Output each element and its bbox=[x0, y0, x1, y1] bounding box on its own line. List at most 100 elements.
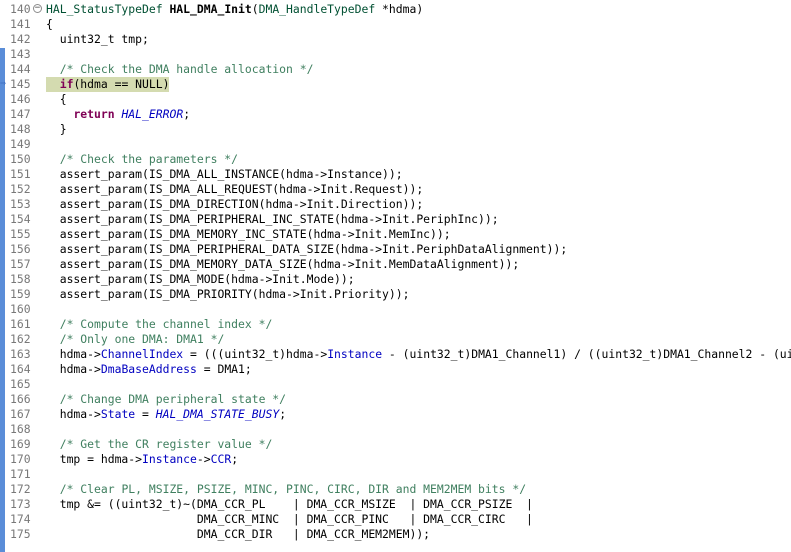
code-text: hdma->DmaBaseAddress = DMA1; bbox=[46, 362, 252, 377]
code-line[interactable]: 165 bbox=[0, 377, 791, 392]
code-line[interactable]: 173 tmp &= ((uint32_t)~(DMA_CCR_PL | DMA… bbox=[0, 497, 791, 512]
comment-token: /* Clear PL, MSIZE, PSIZE, MINC, PINC, C… bbox=[59, 482, 527, 496]
code-line[interactable]: 160 bbox=[0, 302, 791, 317]
line-number: 148 bbox=[10, 122, 31, 136]
keyword-token: if bbox=[59, 77, 74, 91]
line-number: 146 bbox=[10, 92, 31, 106]
code-line[interactable]: 148 } bbox=[0, 122, 791, 137]
code-text: tmp = hdma->Instance->CCR; bbox=[46, 452, 238, 467]
line-number: 163 bbox=[10, 347, 31, 361]
field-token: Instance bbox=[327, 347, 383, 361]
code-text: assert_param(IS_DMA_MEMORY_INC_STATE(hdm… bbox=[46, 227, 451, 242]
code-line[interactable]: 171 bbox=[0, 467, 791, 482]
code-line[interactable]: 149 bbox=[0, 137, 791, 152]
code-line[interactable]: 158 assert_param(IS_DMA_MODE(hdma->Init.… bbox=[0, 272, 791, 287]
code-token: ; bbox=[231, 452, 239, 466]
code-line[interactable]: 163 hdma->ChannelIndex = (((uint32_t)hdm… bbox=[0, 347, 791, 362]
code-text: assert_param(IS_DMA_ALL_INSTANCE(hdma->I… bbox=[46, 167, 403, 182]
code-token: { bbox=[46, 92, 67, 106]
code-line[interactable]: 172 /* Clear PL, MSIZE, PSIZE, MINC, PIN… bbox=[0, 482, 791, 497]
code-text: assert_param(IS_DMA_MODE(hdma->Init.Mode… bbox=[46, 272, 355, 287]
comment-token: /* Only one DMA: DMA1 */ bbox=[59, 332, 225, 346]
code-token: - (uint32_t)DMA1_Channel1) / ((uint32_t)… bbox=[388, 347, 791, 361]
code-line[interactable]: 155 assert_param(IS_DMA_MEMORY_INC_STATE… bbox=[0, 227, 791, 242]
line-number: 159 bbox=[10, 287, 31, 301]
code-line[interactable]: 175 DMA_CCR_DIR | DMA_CCR_MEM2MEM)); bbox=[0, 527, 791, 542]
constant-token: HAL_DMA_STATE_BUSY bbox=[155, 407, 280, 421]
code-text: return HAL_ERROR; bbox=[46, 107, 190, 122]
code-text: assert_param(IS_DMA_PERIPHERAL_DATA_SIZE… bbox=[46, 242, 568, 257]
field-token: ChannelIndex bbox=[100, 347, 184, 361]
code-text: assert_param(IS_DMA_MEMORY_DATA_SIZE(hdm… bbox=[46, 257, 519, 272]
line-number: 157 bbox=[10, 257, 31, 271]
code-line[interactable]: 144 /* Check the DMA handle allocation *… bbox=[0, 62, 791, 77]
code-token: DMA_CCR_DIR | DMA_CCR_MEM2MEM)); bbox=[46, 527, 431, 541]
code-token: hdma-> bbox=[46, 407, 101, 421]
code-line[interactable]: 157 assert_param(IS_DMA_MEMORY_DATA_SIZE… bbox=[0, 257, 791, 272]
code-text: /* Only one DMA: DMA1 */ bbox=[46, 332, 225, 347]
code-text: HAL_StatusTypeDef HAL_DMA_Init(DMA_Handl… bbox=[46, 2, 423, 17]
comment-token: /* Get the CR register value */ bbox=[59, 437, 273, 451]
code-text: DMA_CCR_DIR | DMA_CCR_MEM2MEM)); bbox=[46, 527, 430, 542]
line-number: 174 bbox=[10, 512, 31, 526]
code-editor[interactable]: 140− HAL_StatusTypeDef HAL_DMA_Init(DMA_H… bbox=[0, 0, 791, 552]
code-line[interactable]: 152 assert_param(IS_DMA_ALL_REQUEST(hdma… bbox=[0, 182, 791, 197]
code-token: uint32_t tmp; bbox=[46, 32, 149, 46]
code-line[interactable]: 154 assert_param(IS_DMA_PERIPHERAL_INC_S… bbox=[0, 212, 791, 227]
code-line[interactable]: 140− HAL_StatusTypeDef HAL_DMA_Init(DMA_H… bbox=[0, 2, 791, 17]
code-line[interactable]: ⇒ 145 if(hdma == NULL) bbox=[0, 77, 791, 92]
code-line[interactable]: 162 /* Only one DMA: DMA1 */ bbox=[0, 332, 791, 347]
code-line[interactable]: 164 hdma->DmaBaseAddress = DMA1; bbox=[0, 362, 791, 377]
code-text: assert_param(IS_DMA_DIRECTION(hdma->Init… bbox=[46, 197, 423, 212]
code-text: if(hdma == NULL) bbox=[46, 77, 170, 92]
code-line[interactable]: 169 /* Get the CR register value */ bbox=[0, 437, 791, 452]
code-token: assert_param(IS_DMA_PERIPHERAL_INC_STATE… bbox=[46, 212, 499, 226]
code-line[interactable]: 170 tmp = hdma->Instance->CCR; bbox=[0, 452, 791, 467]
code-text: } bbox=[46, 122, 67, 137]
code-text: /* Check the DMA handle allocation */ bbox=[46, 62, 314, 77]
line-number: 152 bbox=[10, 182, 31, 196]
code-line[interactable]: 156 assert_param(IS_DMA_PERIPHERAL_DATA_… bbox=[0, 242, 791, 257]
code-line[interactable]: 168 bbox=[0, 422, 791, 437]
line-number: 168 bbox=[10, 422, 31, 436]
code-line[interactable]: 142 uint32_t tmp; bbox=[0, 32, 791, 47]
fold-collapse-icon[interactable]: − bbox=[33, 4, 42, 13]
code-text: /* Check the parameters */ bbox=[46, 152, 238, 167]
code-line[interactable]: 141 { bbox=[0, 17, 791, 32]
code-line[interactable]: 143 bbox=[0, 47, 791, 62]
line-number: 160 bbox=[10, 302, 31, 316]
code-line[interactable]: 147 return HAL_ERROR; bbox=[0, 107, 791, 122]
code-text: assert_param(IS_DMA_ALL_REQUEST(hdma->In… bbox=[46, 182, 423, 197]
code-token: -> bbox=[196, 452, 211, 466]
code-line[interactable]: 153 assert_param(IS_DMA_DIRECTION(hdma->… bbox=[0, 197, 791, 212]
code-line[interactable]: 146 { bbox=[0, 92, 791, 107]
comment-token: /* Check the parameters */ bbox=[59, 152, 239, 166]
type-token: DMA_HandleTypeDef bbox=[258, 2, 376, 16]
code-token: { bbox=[46, 17, 53, 31]
line-number: 140 bbox=[10, 2, 31, 16]
code-text: assert_param(IS_DMA_PRIORITY(hdma->Init.… bbox=[46, 287, 410, 302]
code-line[interactable]: 159 assert_param(IS_DMA_PRIORITY(hdma->I… bbox=[0, 287, 791, 302]
code-line[interactable]: 167 hdma->State = HAL_DMA_STATE_BUSY; bbox=[0, 407, 791, 422]
line-number: 169 bbox=[10, 437, 31, 451]
code-line[interactable]: 150 /* Check the parameters */ bbox=[0, 152, 791, 167]
code-text: assert_param(IS_DMA_PERIPHERAL_INC_STATE… bbox=[46, 212, 499, 227]
code-token: DMA_CCR_MINC | DMA_CCR_PINC | DMA_CCR_CI… bbox=[46, 512, 533, 526]
line-number: 158 bbox=[10, 272, 31, 286]
code-token: assert_param(IS_DMA_PERIPHERAL_DATA_SIZE… bbox=[46, 242, 568, 256]
line-number: 147 bbox=[10, 107, 31, 121]
code-text: DMA_CCR_MINC | DMA_CCR_PINC | DMA_CCR_CI… bbox=[46, 512, 533, 527]
code-line[interactable]: 166 /* Change DMA peripheral state */ bbox=[0, 392, 791, 407]
code-line[interactable]: 161 /* Compute the channel index */ bbox=[0, 317, 791, 332]
field-token: CCR bbox=[210, 452, 232, 466]
code-line[interactable]: 151 assert_param(IS_DMA_ALL_INSTANCE(hdm… bbox=[0, 167, 791, 182]
code-line[interactable]: 174 DMA_CCR_MINC | DMA_CCR_PINC | DMA_CC… bbox=[0, 512, 791, 527]
code-token: assert_param(IS_DMA_MEMORY_DATA_SIZE(hdm… bbox=[46, 257, 520, 271]
keyword-token: return bbox=[73, 107, 115, 121]
code-token: assert_param(IS_DMA_ALL_INSTANCE(hdma->I… bbox=[46, 167, 403, 181]
